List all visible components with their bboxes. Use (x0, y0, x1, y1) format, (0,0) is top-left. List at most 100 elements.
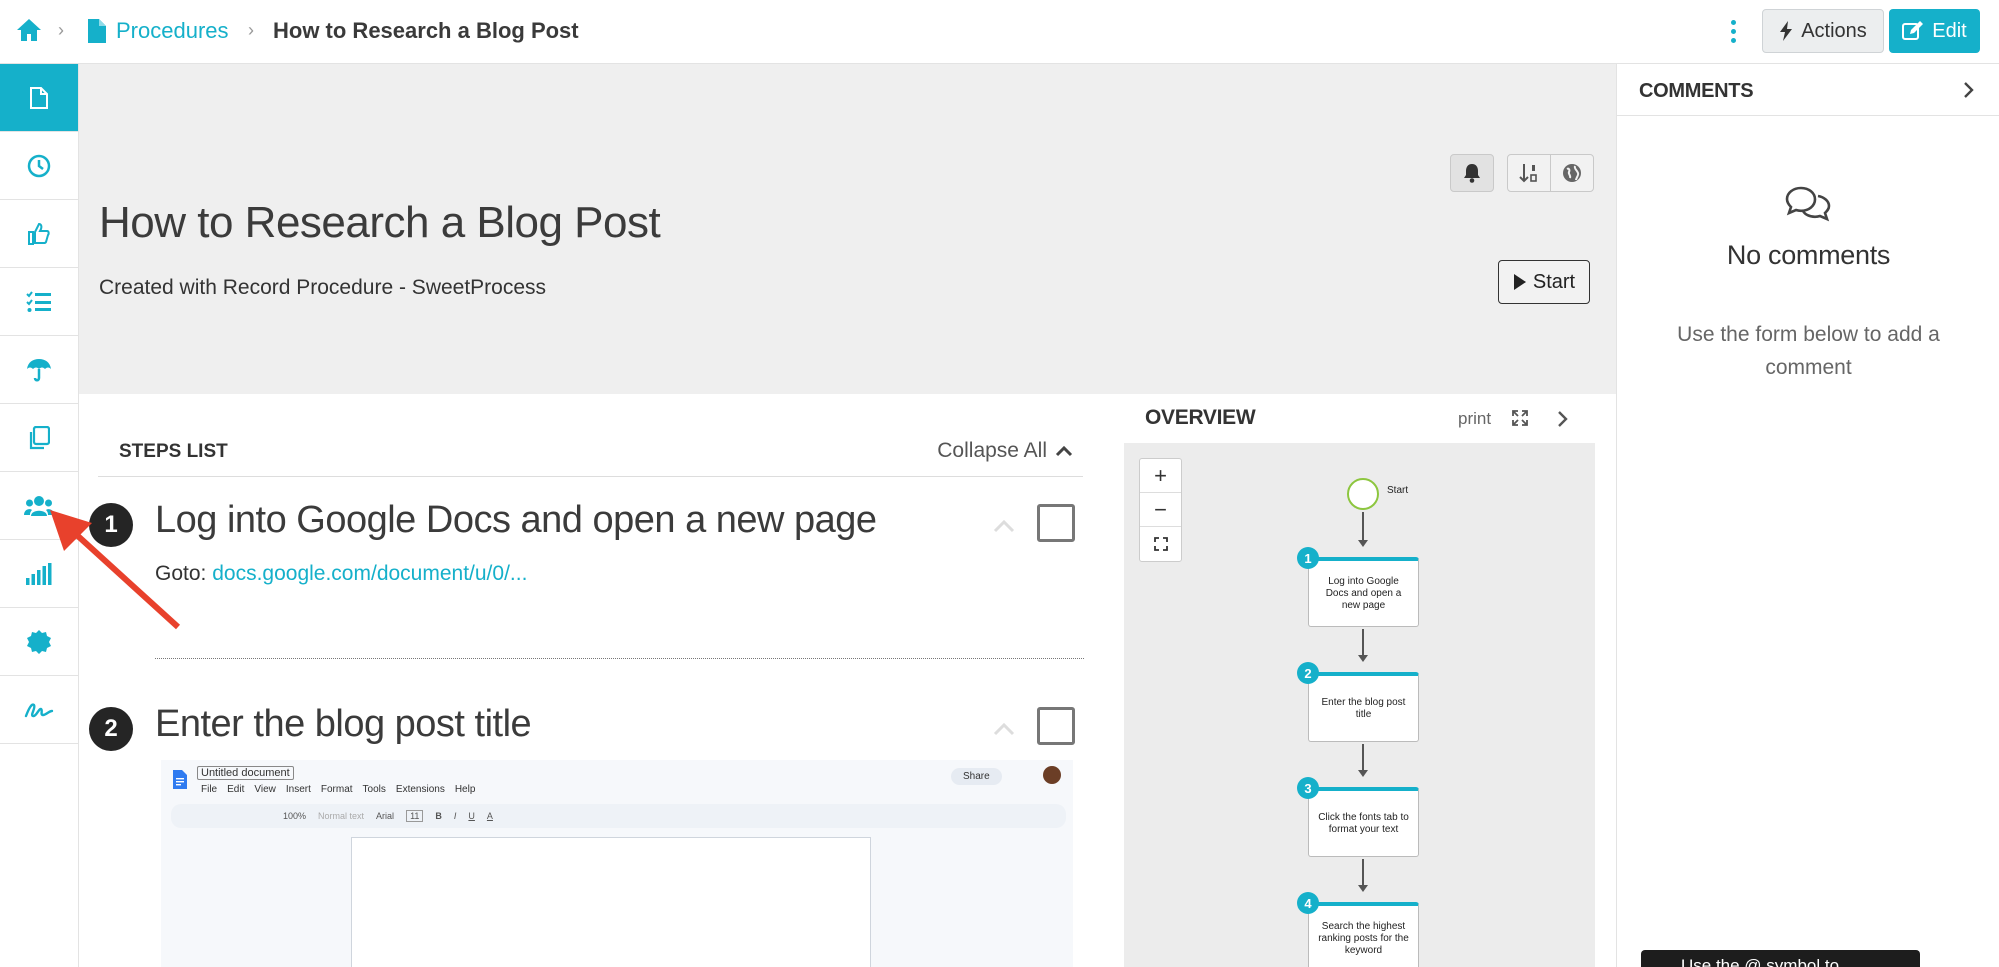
overview-flowchart[interactable]: + − Start Log into Google Docs and open … (1124, 443, 1595, 967)
comment-tip-tooltip: Use the @ symbol to (1641, 950, 1920, 967)
sidebar-item-document[interactable] (0, 64, 78, 132)
no-comments-hint: Use the form below to add a comment (1677, 323, 1940, 379)
step-goto: Goto: docs.google.com/document/u/0/... (155, 562, 527, 586)
flow-arrow (1358, 859, 1368, 892)
flow-start-label: Start (1387, 485, 1409, 496)
globe-icon (1563, 164, 1581, 182)
flow-arrow (1358, 629, 1368, 662)
edit-label: Edit (1932, 19, 1967, 42)
home-icon[interactable] (16, 18, 42, 47)
doc-menu-item: Help (454, 784, 476, 795)
flow-step-node[interactable]: Enter the blog post title (1308, 672, 1419, 742)
step-number: 2 (89, 707, 133, 751)
comments-icon (1785, 186, 1831, 222)
overview-print-link[interactable]: print (1458, 409, 1491, 429)
sidebar-item-signature[interactable] (0, 676, 78, 744)
procedure-header: How to Research a Blog Post Created with… (79, 64, 1616, 394)
no-comments-title: No comments (1726, 240, 1891, 270)
doc-style: Normal text (318, 811, 365, 821)
overview-title: OVERVIEW (1145, 406, 1256, 429)
collapse-all-label: Collapse All (937, 439, 1047, 462)
flow-arrow (1358, 744, 1368, 777)
flow-step-node[interactable]: Click the fonts tab to format your text (1308, 787, 1419, 857)
doc-menu-item: Insert (285, 784, 311, 795)
goto-link[interactable]: docs.google.com/document/u/0/... (212, 562, 527, 585)
doc-font-size: 11 (406, 810, 424, 822)
sidebar-item-policies[interactable] (0, 336, 78, 404)
step-complete-checkbox[interactable] (1037, 504, 1075, 542)
zoom-out-button[interactable]: − (1140, 493, 1181, 527)
comments-title: COMMENTS (1639, 80, 1754, 102)
breadcrumb-separator: › (58, 20, 64, 40)
comments-header: COMMENTS (1617, 64, 1999, 116)
edit-icon (1902, 21, 1924, 40)
step-title: Enter the blog post title (155, 703, 532, 745)
step-collapse-chevron-icon[interactable] (993, 722, 1015, 736)
doc-page (351, 837, 871, 967)
fit-view-icon (1153, 537, 1168, 551)
steps-list-header: STEPS LIST Collapse All (98, 437, 1083, 477)
language-button[interactable] (1550, 154, 1594, 192)
zoom-in-button[interactable]: + (1140, 459, 1181, 493)
start-button[interactable]: Start (1498, 260, 1590, 304)
chevron-up-icon (1055, 445, 1073, 457)
flow-arrow (1358, 512, 1368, 547)
procedure-subtitle: Created with Record Procedure - SweetPro… (99, 276, 547, 299)
doc-menu-item: File (201, 784, 218, 795)
umbrella-icon (27, 358, 51, 381)
notifications-button[interactable] (1450, 154, 1494, 192)
flow-step-node[interactable]: Search the highest ranking posts for the… (1308, 902, 1419, 967)
procedures-doc-icon (88, 19, 106, 48)
doc-underline-icon: U (468, 811, 475, 821)
actions-label: Actions (1801, 19, 1867, 42)
sort-icon (1519, 164, 1537, 183)
doc-avatar (1043, 766, 1061, 784)
play-icon (1513, 274, 1526, 290)
fit-view-button[interactable] (1140, 527, 1181, 561)
doc-zoom: 100% (283, 811, 307, 821)
edit-button[interactable]: Edit (1889, 9, 1980, 53)
procedure-title: How to Research a Blog Post (99, 198, 661, 247)
flow-step-number: 3 (1297, 777, 1319, 799)
step-screenshot-image: Untitled document File Edit View Insert … (161, 760, 1073, 967)
doc-menu-item: Tools (362, 784, 386, 795)
sort-button[interactable] (1507, 154, 1551, 192)
breadcrumb-separator: › (248, 20, 254, 40)
thumbs-up-icon (28, 222, 50, 245)
doc-share-label: Share (963, 771, 990, 782)
step-complete-checkbox[interactable] (1037, 707, 1075, 745)
doc-share-button: Share (951, 768, 1002, 785)
flow-step-node[interactable]: Log into Google Docs and open a new page (1308, 557, 1419, 627)
docs-logo-icon (173, 770, 187, 789)
flow-start-node (1347, 478, 1379, 510)
sidebar-item-copies[interactable] (0, 404, 78, 472)
sidebar-item-approvals[interactable] (0, 200, 78, 268)
annotation-arrow-icon (50, 510, 181, 630)
collapse-all-button[interactable]: Collapse All (937, 439, 1073, 463)
actions-button[interactable]: Actions (1762, 9, 1884, 53)
flow-step-number: 4 (1297, 892, 1319, 914)
doc-menu-item: View (254, 784, 276, 795)
doc-font: Arial (376, 811, 395, 821)
step-divider (155, 658, 1084, 659)
breadcrumb-current: How to Research a Blog Post (273, 18, 579, 43)
doc-text-color-icon: A (486, 811, 493, 821)
chevron-right-icon[interactable] (1557, 410, 1569, 428)
expand-icon[interactable] (1512, 410, 1528, 426)
flow-step-number: 1 (1297, 547, 1319, 569)
sidebar-item-tasks[interactable] (0, 268, 78, 336)
doc-menu-bar: File Edit View Insert Format Tools Exten… (201, 784, 475, 795)
lightning-icon (1780, 21, 1793, 41)
collapse-comments-icon[interactable] (1963, 81, 1975, 99)
more-options-icon[interactable] (1725, 16, 1741, 46)
flow-step-number: 2 (1297, 662, 1319, 684)
sidebar-item-history[interactable] (0, 132, 78, 200)
doc-menu-item: Format (320, 784, 353, 795)
top-bar: › Procedures › How to Research a Blog Po… (0, 0, 1999, 64)
steps-list-label: STEPS LIST (119, 441, 228, 462)
checklist-icon (26, 290, 51, 312)
step-collapse-chevron-icon[interactable] (993, 519, 1015, 533)
start-label: Start (1532, 270, 1576, 293)
copy-icon (29, 425, 50, 449)
breadcrumb-procedures[interactable]: Procedures (116, 0, 229, 62)
